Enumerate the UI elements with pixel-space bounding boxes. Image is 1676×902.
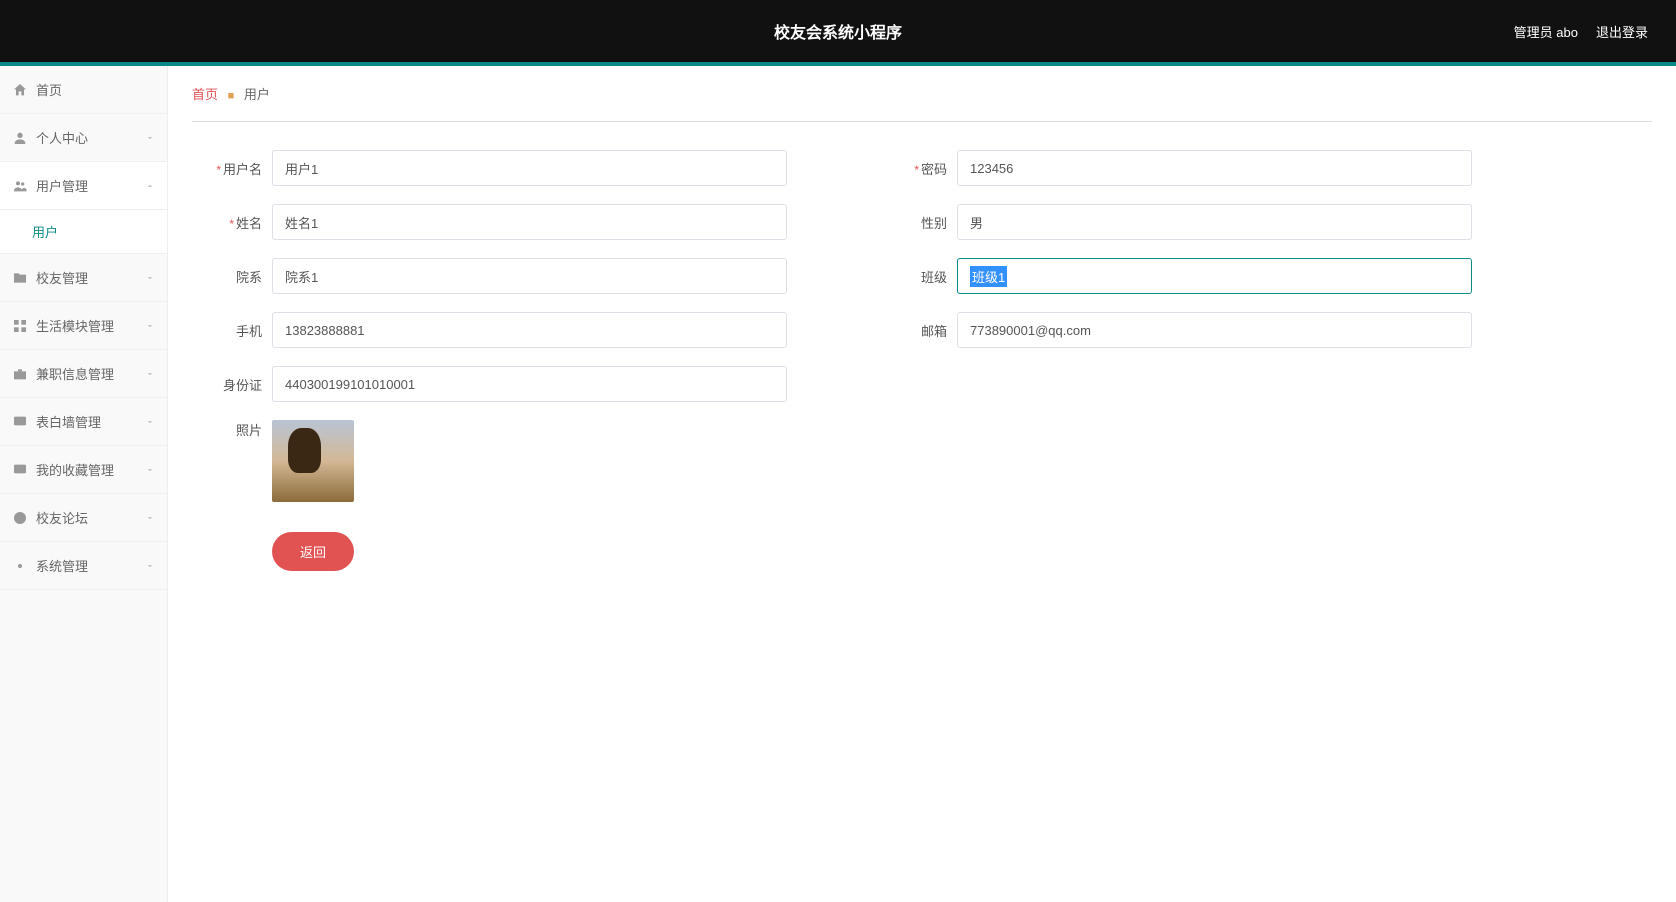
label-phone: 手机: [236, 324, 262, 339]
sidebar-item-user-mgmt[interactable]: 用户管理: [0, 162, 167, 210]
input-email[interactable]: [957, 312, 1472, 348]
sidebar-item-label: 表白墙管理: [36, 412, 101, 431]
input-gender[interactable]: [957, 204, 1472, 240]
label-department: 院系: [236, 270, 262, 285]
field-department: 院系: [202, 258, 787, 294]
sidebar-item-personal[interactable]: 个人中心: [0, 114, 167, 162]
app-title: 校友会系统小程序: [774, 19, 902, 43]
chat-icon: [12, 510, 28, 526]
label-idcard: 身份证: [223, 378, 262, 393]
sidebar-item-confession[interactable]: 表白墙管理: [0, 398, 167, 446]
breadcrumb-current: 用户: [244, 87, 270, 102]
label-name: 姓名: [236, 216, 262, 231]
main-content: 首页 ■ 用户 *用户名 *密码 *姓名 性别 院系: [168, 66, 1676, 902]
chevron-down-icon: [145, 321, 155, 331]
header-right: 管理员 abo 退出登录: [1514, 22, 1648, 41]
admin-label[interactable]: 管理员 abo: [1514, 22, 1578, 41]
folder-icon: [12, 270, 28, 286]
gear-icon: [12, 558, 28, 574]
input-department[interactable]: [272, 258, 787, 294]
sidebar-item-alumni-mgmt[interactable]: 校友管理: [0, 254, 167, 302]
label-username: 用户名: [223, 162, 262, 177]
button-row: 返回: [192, 532, 1652, 571]
field-idcard: 身份证: [202, 366, 787, 402]
form: *用户名 *密码 *姓名 性别 院系 班级 班级1: [192, 150, 1472, 402]
sidebar-item-label: 系统管理: [36, 556, 88, 575]
sidebar-item-label: 用户管理: [36, 176, 88, 195]
input-phone[interactable]: [272, 312, 787, 348]
sidebar-subitem-user[interactable]: 用户: [0, 210, 167, 254]
return-button[interactable]: 返回: [272, 532, 354, 571]
label-password: 密码: [921, 162, 947, 177]
chevron-down-icon: [145, 417, 155, 427]
chevron-down-icon: [145, 133, 155, 143]
photo-preview[interactable]: [272, 420, 354, 502]
chevron-down-icon: [145, 465, 155, 475]
input-username[interactable]: [272, 150, 787, 186]
chevron-down-icon: [145, 273, 155, 283]
field-gender: 性别: [887, 204, 1472, 240]
briefcase-icon: [12, 366, 28, 382]
star-icon: [12, 462, 28, 478]
field-phone: 手机: [202, 312, 787, 348]
sidebar-item-label: 生活模块管理: [36, 316, 114, 335]
sidebar-item-parttime[interactable]: 兼职信息管理: [0, 350, 167, 398]
logout-link[interactable]: 退出登录: [1596, 22, 1648, 41]
field-photo: 照片: [192, 420, 1652, 502]
label-photo: 照片: [236, 423, 262, 438]
field-class: 班级 班级1: [887, 258, 1472, 294]
users-icon: [12, 178, 28, 194]
breadcrumb-sep: ■: [228, 90, 235, 102]
field-username: *用户名: [202, 150, 787, 186]
breadcrumb-home[interactable]: 首页: [192, 87, 218, 102]
field-password: *密码: [887, 150, 1472, 186]
sidebar-item-label: 兼职信息管理: [36, 364, 114, 383]
grid-icon: [12, 318, 28, 334]
label-class: 班级: [921, 270, 947, 285]
sidebar-item-label: 我的收藏管理: [36, 460, 114, 479]
chevron-up-icon: [145, 181, 155, 191]
sidebar-item-label: 校友管理: [36, 268, 88, 287]
user-icon: [12, 130, 28, 146]
input-idcard[interactable]: [272, 366, 787, 402]
label-email: 邮箱: [921, 324, 947, 339]
sidebar-item-label: 首页: [36, 80, 62, 99]
header: 校友会系统小程序 管理员 abo 退出登录: [0, 0, 1676, 62]
input-name[interactable]: [272, 204, 787, 240]
label-gender: 性别: [921, 216, 947, 231]
field-name: *姓名: [202, 204, 787, 240]
sidebar: 首页 个人中心 用户管理 用户 校友管理 生活模块管理 兼职信息管理: [0, 66, 168, 902]
input-class[interactable]: 班级1: [957, 258, 1472, 294]
sidebar-item-life-module[interactable]: 生活模块管理: [0, 302, 167, 350]
chevron-down-icon: [145, 369, 155, 379]
sidebar-item-forum[interactable]: 校友论坛: [0, 494, 167, 542]
message-icon: [12, 414, 28, 430]
sidebar-item-label: 校友论坛: [36, 508, 88, 527]
chevron-down-icon: [145, 513, 155, 523]
input-password[interactable]: [957, 150, 1472, 186]
sidebar-item-label: 个人中心: [36, 128, 88, 147]
sidebar-item-system[interactable]: 系统管理: [0, 542, 167, 590]
chevron-down-icon: [145, 561, 155, 571]
home-icon: [12, 82, 28, 98]
sidebar-item-label: 用户: [32, 225, 58, 240]
field-email: 邮箱: [887, 312, 1472, 348]
sidebar-item-favorites[interactable]: 我的收藏管理: [0, 446, 167, 494]
sidebar-item-home[interactable]: 首页: [0, 66, 167, 114]
breadcrumb: 首页 ■ 用户: [192, 66, 1652, 122]
